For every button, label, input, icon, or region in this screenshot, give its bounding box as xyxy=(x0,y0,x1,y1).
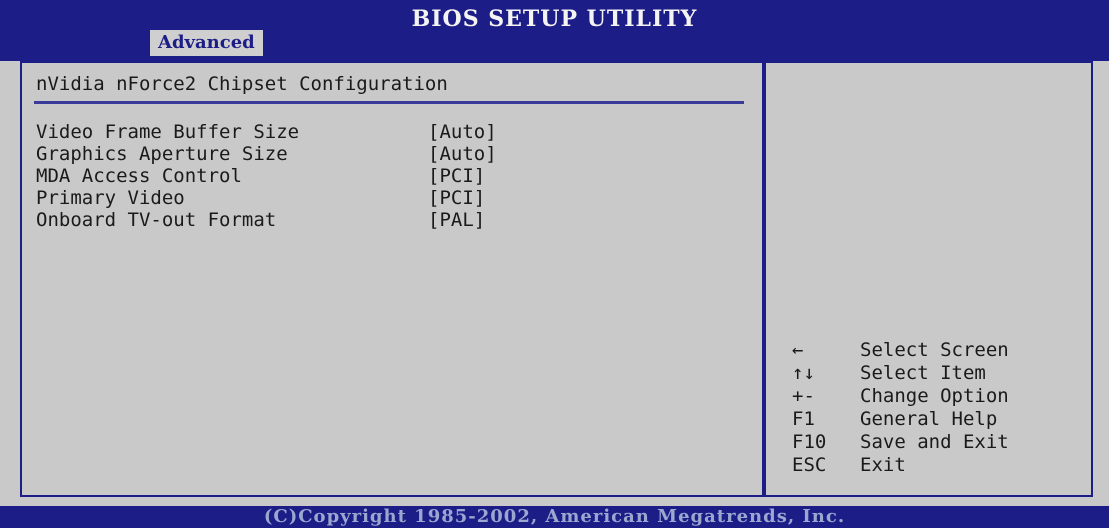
help-row-general-help: F1 General Help xyxy=(792,408,1009,431)
setting-label: Onboard TV-out Format xyxy=(36,209,277,231)
main-panel: nVidia nForce2 Chipset Configuration Vid… xyxy=(20,61,1093,497)
settings-list: Video Frame Buffer Size [Auto] Graphics … xyxy=(36,121,497,231)
title-divider xyxy=(34,101,744,104)
help-key: +- xyxy=(792,385,815,407)
setting-label: MDA Access Control xyxy=(36,165,242,187)
help-action: General Help xyxy=(860,408,998,430)
setting-label: Graphics Aperture Size xyxy=(36,143,288,165)
help-action: Change Option xyxy=(860,385,1009,407)
setting-value[interactable]: [PCI] xyxy=(428,187,485,209)
help-action: Select Item xyxy=(860,362,986,384)
help-action: Select Screen xyxy=(860,339,1009,361)
panel-divider xyxy=(762,63,766,495)
help-row-select-screen: ← Select Screen xyxy=(792,339,1009,362)
setting-value[interactable]: [PAL] xyxy=(428,209,485,231)
setting-row-graphics-aperture-size[interactable]: Graphics Aperture Size [Auto] xyxy=(36,143,497,165)
setting-row-mda-access-control[interactable]: MDA Access Control [PCI] xyxy=(36,165,497,187)
setting-row-video-frame-buffer-size[interactable]: Video Frame Buffer Size [Auto] xyxy=(36,121,497,143)
arrow-left-icon: ← xyxy=(792,339,804,361)
setting-row-primary-video[interactable]: Primary Video [PCI] xyxy=(36,187,497,209)
help-action: Exit xyxy=(860,454,906,476)
setting-value[interactable]: [Auto] xyxy=(428,143,497,165)
page-title: nVidia nForce2 Chipset Configuration xyxy=(36,73,448,95)
help-row-select-item: ↑↓ Select Item xyxy=(792,362,1009,385)
help-row-change-option: +- Change Option xyxy=(792,385,1009,408)
help-key: F1 xyxy=(792,408,815,430)
setting-value[interactable]: [Auto] xyxy=(428,121,497,143)
key-help-list: ← Select Screen ↑↓ Select Item +- Change… xyxy=(792,339,1009,477)
window-title: BIOS SETUP UTILITY xyxy=(411,6,698,32)
title-bar: BIOS SETUP UTILITY Advanced xyxy=(0,0,1109,61)
copyright-footer: (C)Copyright 1985-2002, American Megatre… xyxy=(0,506,1109,528)
setting-label: Video Frame Buffer Size xyxy=(36,121,300,143)
help-row-exit: ESC Exit xyxy=(792,454,1009,477)
arrow-up-down-icon: ↑↓ xyxy=(792,362,815,384)
tab-advanced[interactable]: Advanced xyxy=(150,30,263,56)
help-key: ESC xyxy=(792,454,827,476)
setting-row-onboard-tv-out-format[interactable]: Onboard TV-out Format [PAL] xyxy=(36,209,497,231)
setting-value[interactable]: [PCI] xyxy=(428,165,485,187)
help-row-save-and-exit: F10 Save and Exit xyxy=(792,431,1009,454)
help-key: F10 xyxy=(792,431,827,453)
help-action: Save and Exit xyxy=(860,431,1009,453)
setting-label: Primary Video xyxy=(36,187,185,209)
